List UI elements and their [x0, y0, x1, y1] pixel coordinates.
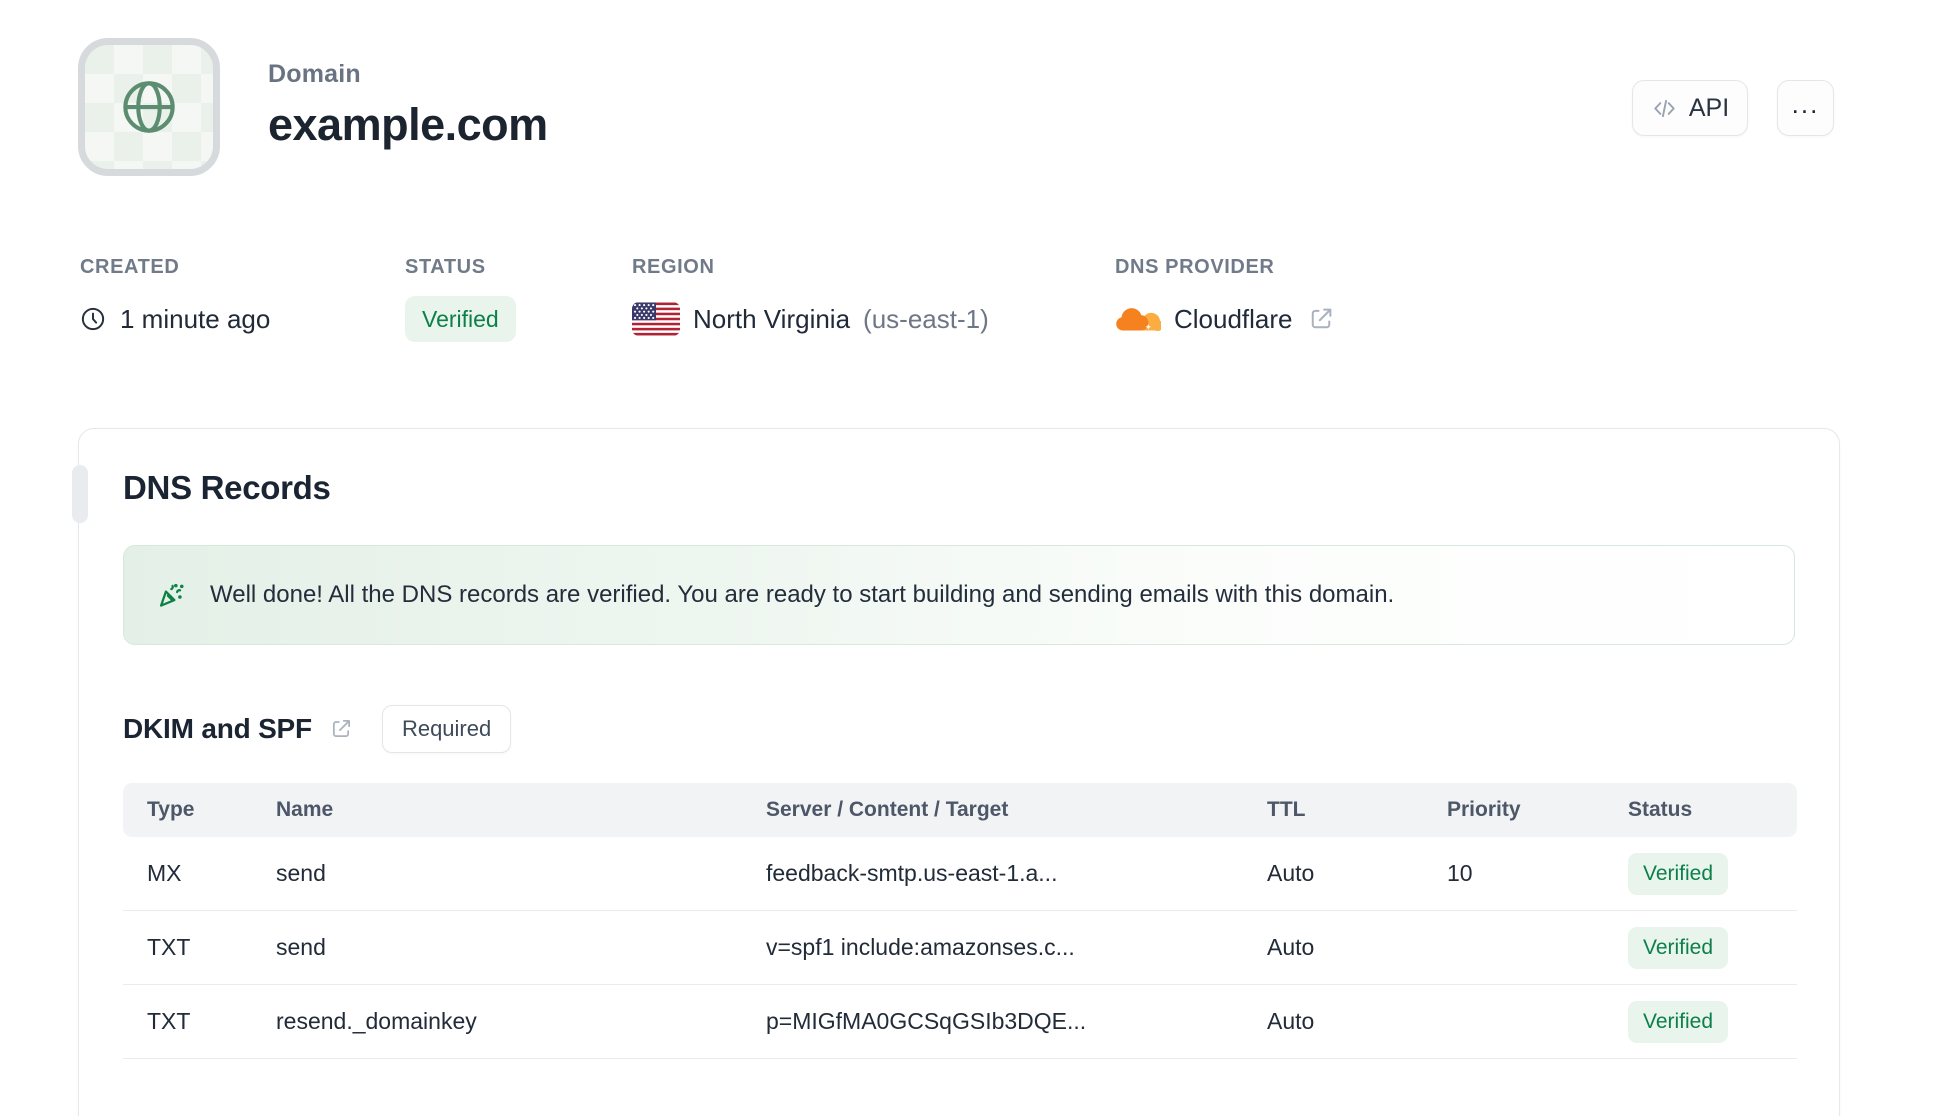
record-priority: 10	[1447, 860, 1473, 886]
created-text: 1 minute ago	[120, 303, 271, 334]
record-content[interactable]: v=spf1 include:amazonses.c...	[766, 934, 1267, 961]
table-row: TXT resend._domainkey p=MIGfMA0GCSqGSIb3…	[123, 985, 1797, 1059]
col-status: Status	[1628, 798, 1693, 821]
status-label: STATUS	[405, 256, 486, 278]
dns-records-card: DNS Records Well done! All the DNS recor…	[72, 428, 1840, 1116]
external-link-icon[interactable]	[1306, 304, 1336, 334]
section-anchor-indicator	[72, 465, 88, 523]
table-row: TXT send v=spf1 include:amazonses.c... A…	[123, 911, 1797, 985]
col-priority: Priority	[1447, 798, 1521, 821]
dns-provider-label: DNS PROVIDER	[1115, 256, 1275, 278]
record-name: send	[276, 934, 326, 960]
external-link-icon[interactable]	[328, 716, 354, 742]
status-verified-badge: Verified	[405, 296, 516, 342]
section-title: DKIM and SPF	[123, 713, 312, 744]
dkim-spf-section-header: DKIM and SPF Required	[123, 705, 1795, 753]
success-banner: Well done! All the DNS records are verif…	[123, 545, 1795, 645]
record-name: resend._domainkey	[276, 1008, 477, 1034]
col-ttl: TTL	[1267, 798, 1306, 821]
us-flag-icon	[632, 302, 680, 336]
record-ttl: Auto	[1267, 860, 1315, 886]
region-value: North Virginia (us-east-1)	[632, 296, 989, 342]
record-type: TXT	[147, 1008, 191, 1034]
col-type: Type	[147, 798, 195, 821]
api-button-label: API	[1688, 93, 1730, 122]
table-row: MX send feedback-smtp.us-east-1.a... Aut…	[123, 837, 1797, 911]
cloudflare-icon	[1115, 303, 1161, 335]
page-eyebrow: Domain	[268, 60, 361, 88]
globe-icon	[116, 74, 182, 140]
record-status-badge: Verified	[1628, 1000, 1729, 1043]
region-code: (us-east-1)	[863, 303, 989, 334]
domain-detail-page: Domain example.com API ... CREATED 1 min…	[0, 0, 1944, 1116]
api-button[interactable]: API	[1632, 80, 1748, 136]
success-banner-text: Well done! All the DNS records are verif…	[210, 581, 1395, 608]
region-label: REGION	[632, 256, 715, 278]
dns-provider-name: Cloudflare	[1174, 303, 1293, 334]
more-menu-button[interactable]: ...	[1777, 80, 1834, 136]
domain-avatar	[78, 38, 220, 176]
created-value: 1 minute ago	[79, 296, 270, 342]
dns-records-table: Type Name Server / Content / Target TTL …	[123, 783, 1797, 1059]
record-name: send	[276, 860, 326, 886]
record-status-badge: Verified	[1628, 852, 1729, 895]
required-badge: Required	[381, 705, 512, 753]
header-actions: API ...	[1632, 80, 1834, 136]
table-header-row: Type Name Server / Content / Target TTL …	[123, 783, 1797, 837]
status-value: Verified	[405, 296, 516, 342]
record-content[interactable]: feedback-smtp.us-east-1.a...	[766, 860, 1267, 887]
party-popper-icon	[154, 578, 188, 612]
dns-provider-value: Cloudflare	[1115, 296, 1336, 342]
region-name: North Virginia	[693, 303, 851, 334]
code-icon	[1651, 95, 1678, 122]
col-name: Name	[276, 798, 334, 821]
record-content[interactable]: p=MIGfMA0GCSqGSIb3DQE...	[766, 1008, 1267, 1035]
record-status-badge: Verified	[1628, 926, 1729, 969]
created-label: CREATED	[80, 256, 180, 278]
record-ttl: Auto	[1267, 934, 1315, 960]
page-header: Domain example.com	[268, 60, 548, 151]
clock-icon	[79, 305, 107, 333]
card-title: DNS Records	[123, 469, 331, 506]
ellipsis-icon: ...	[1791, 88, 1820, 119]
page-title: example.com	[268, 99, 548, 150]
col-content: Server / Content / Target	[766, 798, 1009, 821]
record-type: MX	[147, 860, 182, 886]
record-type: TXT	[147, 934, 191, 960]
record-ttl: Auto	[1267, 1008, 1315, 1034]
